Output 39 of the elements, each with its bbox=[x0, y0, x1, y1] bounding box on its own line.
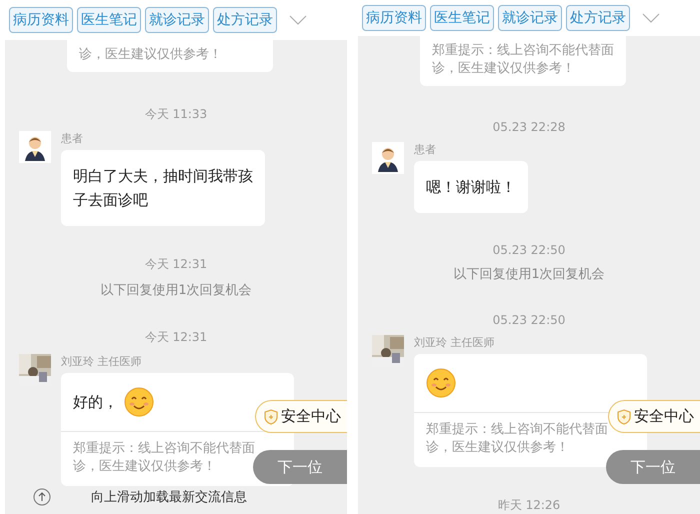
badge-label: 安全中心 bbox=[634, 407, 694, 426]
message-text: 嗯！谢谢啦！ bbox=[426, 177, 516, 198]
chevron-down-icon[interactable] bbox=[289, 15, 307, 25]
timestamp: 今天 11:33 bbox=[144, 106, 208, 123]
sender-name: 患者 bbox=[414, 142, 437, 157]
tab[interactable]: 医生笔记 bbox=[77, 7, 141, 33]
system-message: 以下回复使用1次回复机会 bbox=[99, 282, 253, 299]
chevron-down-icon[interactable] bbox=[642, 13, 660, 23]
tab[interactable]: 就诊记录 bbox=[498, 5, 562, 31]
tab[interactable]: 病历资料 bbox=[9, 7, 73, 33]
shield-icon bbox=[617, 408, 631, 424]
notice-text: 诊，医生建议仅供参考！ bbox=[67, 40, 273, 72]
message-text: 好的， bbox=[73, 392, 118, 413]
safety-center-badge[interactable]: 安全中心 bbox=[608, 400, 700, 433]
load-more-hint[interactable]: 向上滑动加载最新交流信息 bbox=[91, 488, 247, 506]
sender-name: 患者 bbox=[61, 131, 84, 146]
tab[interactable]: 处方记录 bbox=[566, 5, 630, 31]
tab[interactable]: 就诊记录 bbox=[145, 7, 209, 33]
tab[interactable]: 病历资料 bbox=[362, 5, 426, 31]
avatar-icon bbox=[372, 142, 404, 174]
shield-icon bbox=[264, 408, 278, 424]
safety-center-badge[interactable]: 安全中心 bbox=[255, 400, 347, 433]
timestamp: 05.23 22:50 bbox=[492, 313, 566, 327]
system-message: 以下回复使用1次回复机会 bbox=[452, 266, 606, 283]
timestamp: 今天 12:31 bbox=[144, 256, 208, 273]
sender-name: 刘亚玲 主任医师 bbox=[414, 335, 496, 350]
timestamp: 昨天 12:26 bbox=[496, 497, 562, 514]
next-button[interactable]: 下一位 bbox=[253, 450, 347, 484]
tab[interactable]: 处方记录 bbox=[213, 7, 277, 33]
avatar-icon bbox=[19, 131, 51, 163]
timestamp: 05.23 22:28 bbox=[492, 120, 566, 134]
sender-name: 刘亚玲 主任医师 bbox=[61, 354, 142, 369]
notice-text: 郑重提示：线上咨询不能代替面诊，医生建议仅供参考！ bbox=[420, 36, 626, 86]
next-button[interactable]: 下一位 bbox=[606, 450, 700, 484]
timestamp: 05.23 22:50 bbox=[492, 243, 566, 257]
badge-label: 安全中心 bbox=[281, 407, 341, 426]
tab[interactable]: 医生笔记 bbox=[430, 5, 494, 31]
message-text: 明白了大夫，抽时间我带孩子去面诊吧 bbox=[73, 166, 253, 211]
timestamp: 今天 12:31 bbox=[144, 329, 208, 346]
